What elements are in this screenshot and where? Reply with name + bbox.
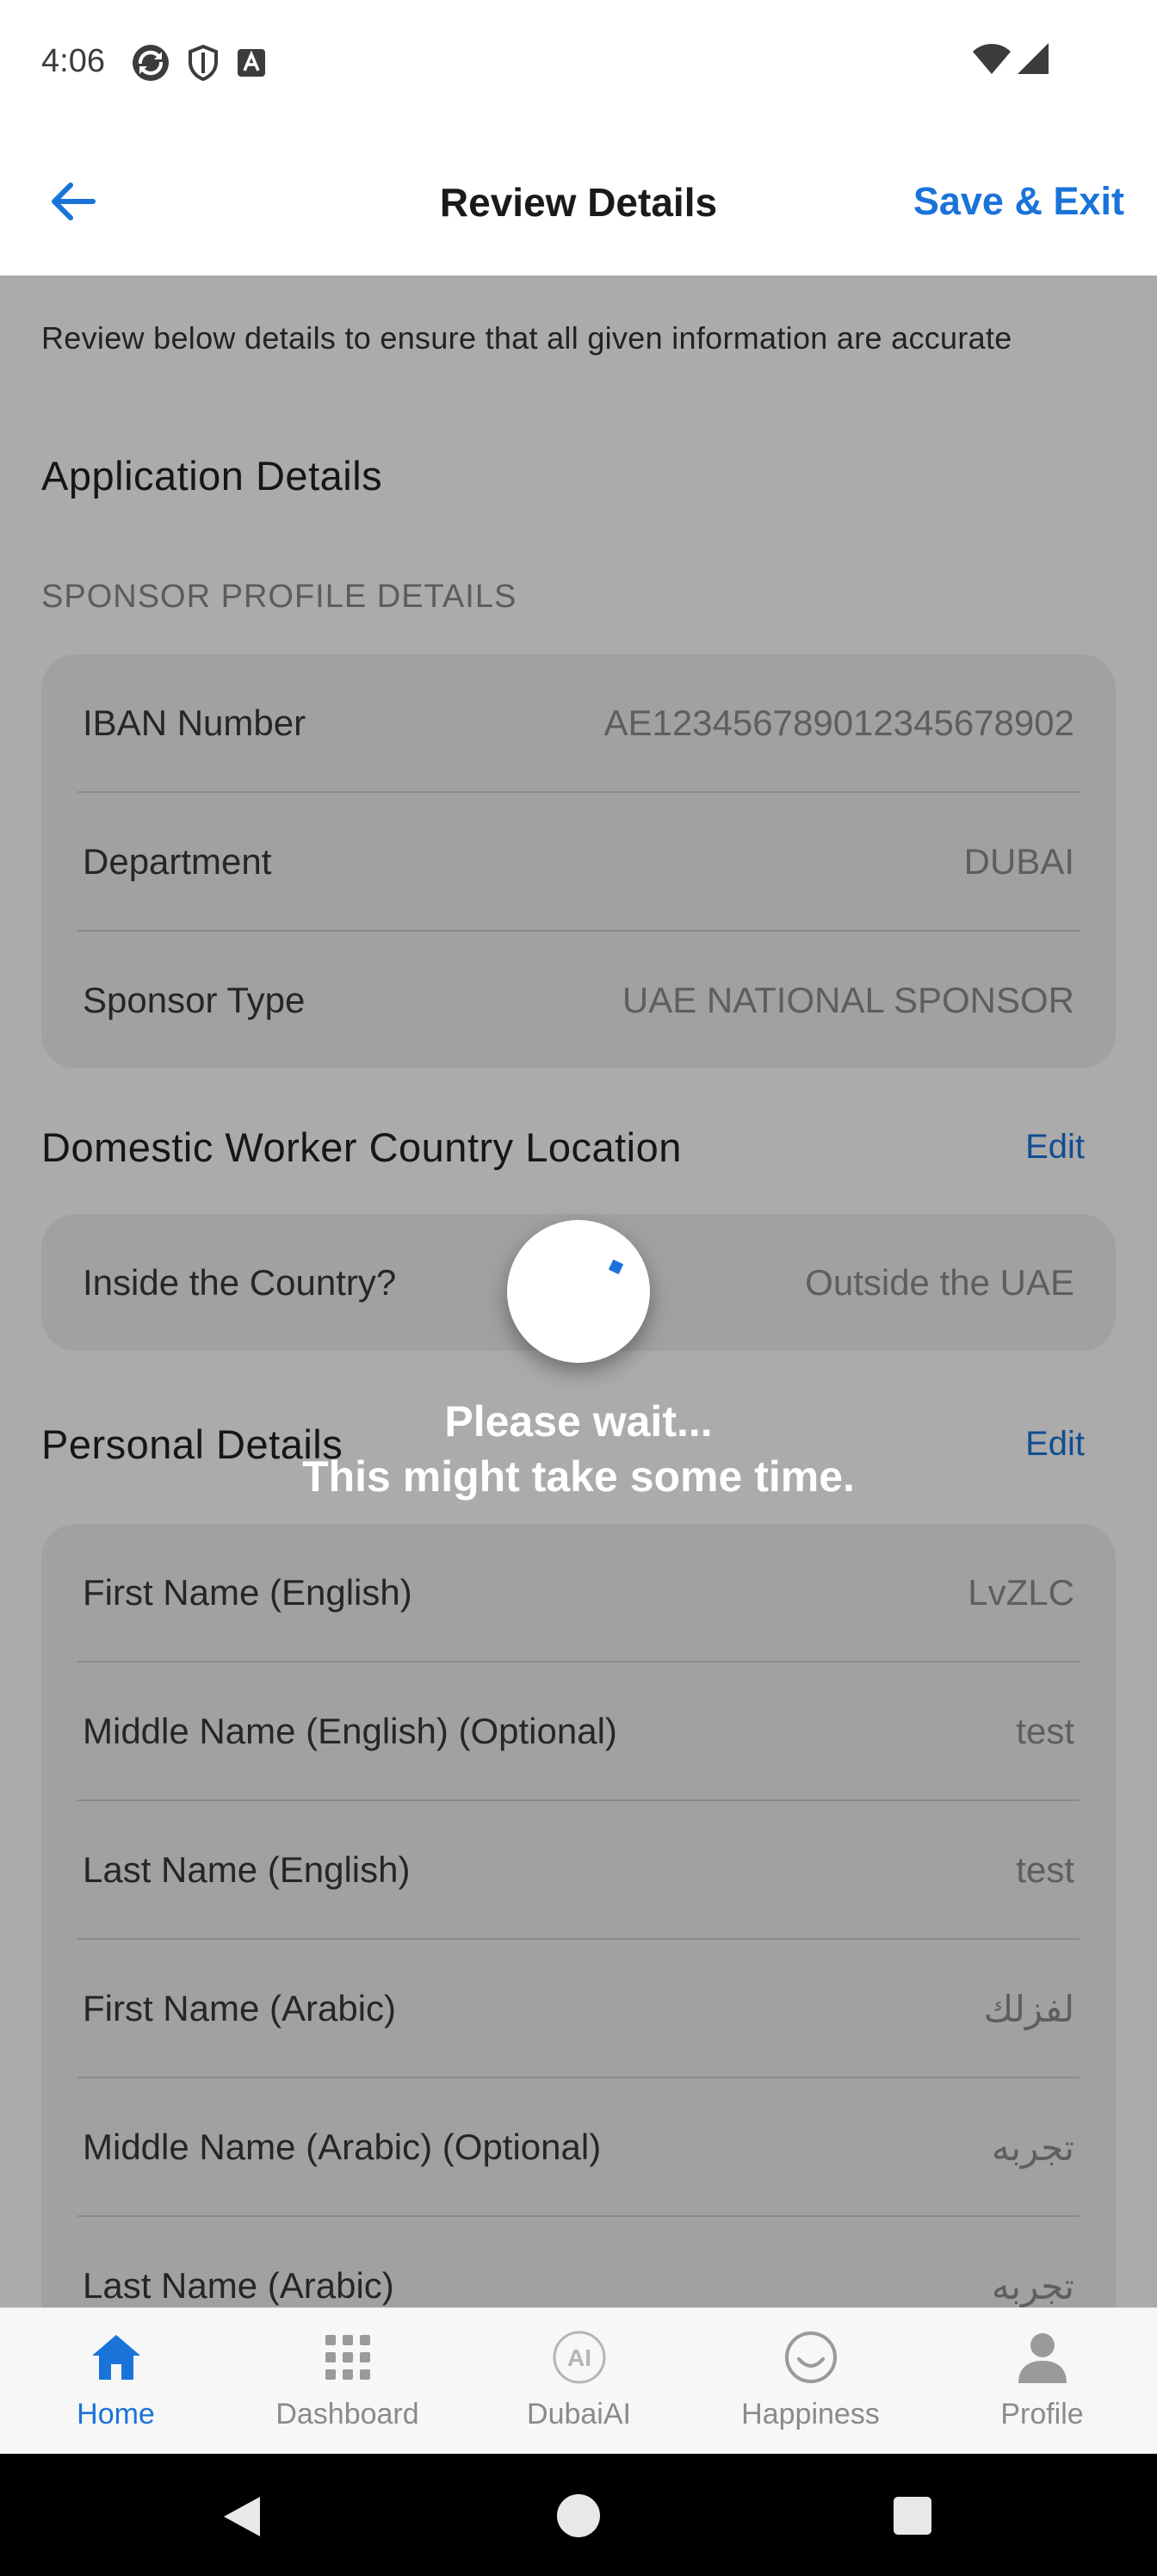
signal-icon (1018, 43, 1049, 74)
grid-icon (232, 2327, 463, 2387)
nav-home[interactable]: Home (0, 2308, 232, 2455)
sync-icon (133, 45, 169, 81)
wifi-icon (973, 44, 1011, 74)
ai-icon: AI (463, 2327, 695, 2387)
person-icon (926, 2327, 1157, 2387)
nav-label: Profile (1000, 2398, 1084, 2430)
nav-dubaiai[interactable]: AI DubaiAI (463, 2308, 695, 2455)
app-header: Review Details Save & Exit (0, 129, 1157, 276)
triangle-back-icon (224, 2497, 260, 2536)
nav-label: Happiness (741, 2398, 880, 2430)
nav-label: Dashboard (275, 2398, 419, 2430)
status-bar: 4:06 (0, 0, 1157, 129)
spinner-indicator (608, 1259, 624, 1275)
nav-profile[interactable]: Profile (926, 2308, 1157, 2455)
system-recents-button[interactable] (892, 2495, 933, 2541)
loading-spinner (507, 1220, 650, 1363)
status-icons-left (131, 43, 267, 83)
bottom-nav: Home Dashboard AI DubaiAI Happiness Prof… (0, 2307, 1157, 2455)
circle-home-icon (557, 2494, 600, 2537)
nav-label: DubaiAI (527, 2398, 631, 2430)
system-back-button[interactable] (219, 2493, 263, 2544)
system-nav-bar (0, 2454, 1157, 2576)
square-recents-icon (894, 2497, 931, 2535)
home-icon (0, 2327, 232, 2387)
loading-submessage: This might take some time. (302, 1452, 855, 1501)
loading-message: Please wait... (444, 1397, 713, 1446)
nav-label: Home (77, 2398, 155, 2430)
save-exit-button[interactable]: Save & Exit (913, 179, 1124, 224)
smile-icon (695, 2327, 926, 2387)
status-time: 4:06 (41, 43, 105, 79)
status-icons-right (971, 41, 1050, 76)
system-home-button[interactable] (556, 2493, 601, 2542)
nav-dashboard[interactable]: Dashboard (232, 2308, 463, 2455)
font-a-icon (238, 49, 265, 77)
nav-happiness[interactable]: Happiness (695, 2308, 926, 2455)
svg-text:AI: AI (567, 2344, 591, 2371)
shield-icon (189, 44, 218, 82)
